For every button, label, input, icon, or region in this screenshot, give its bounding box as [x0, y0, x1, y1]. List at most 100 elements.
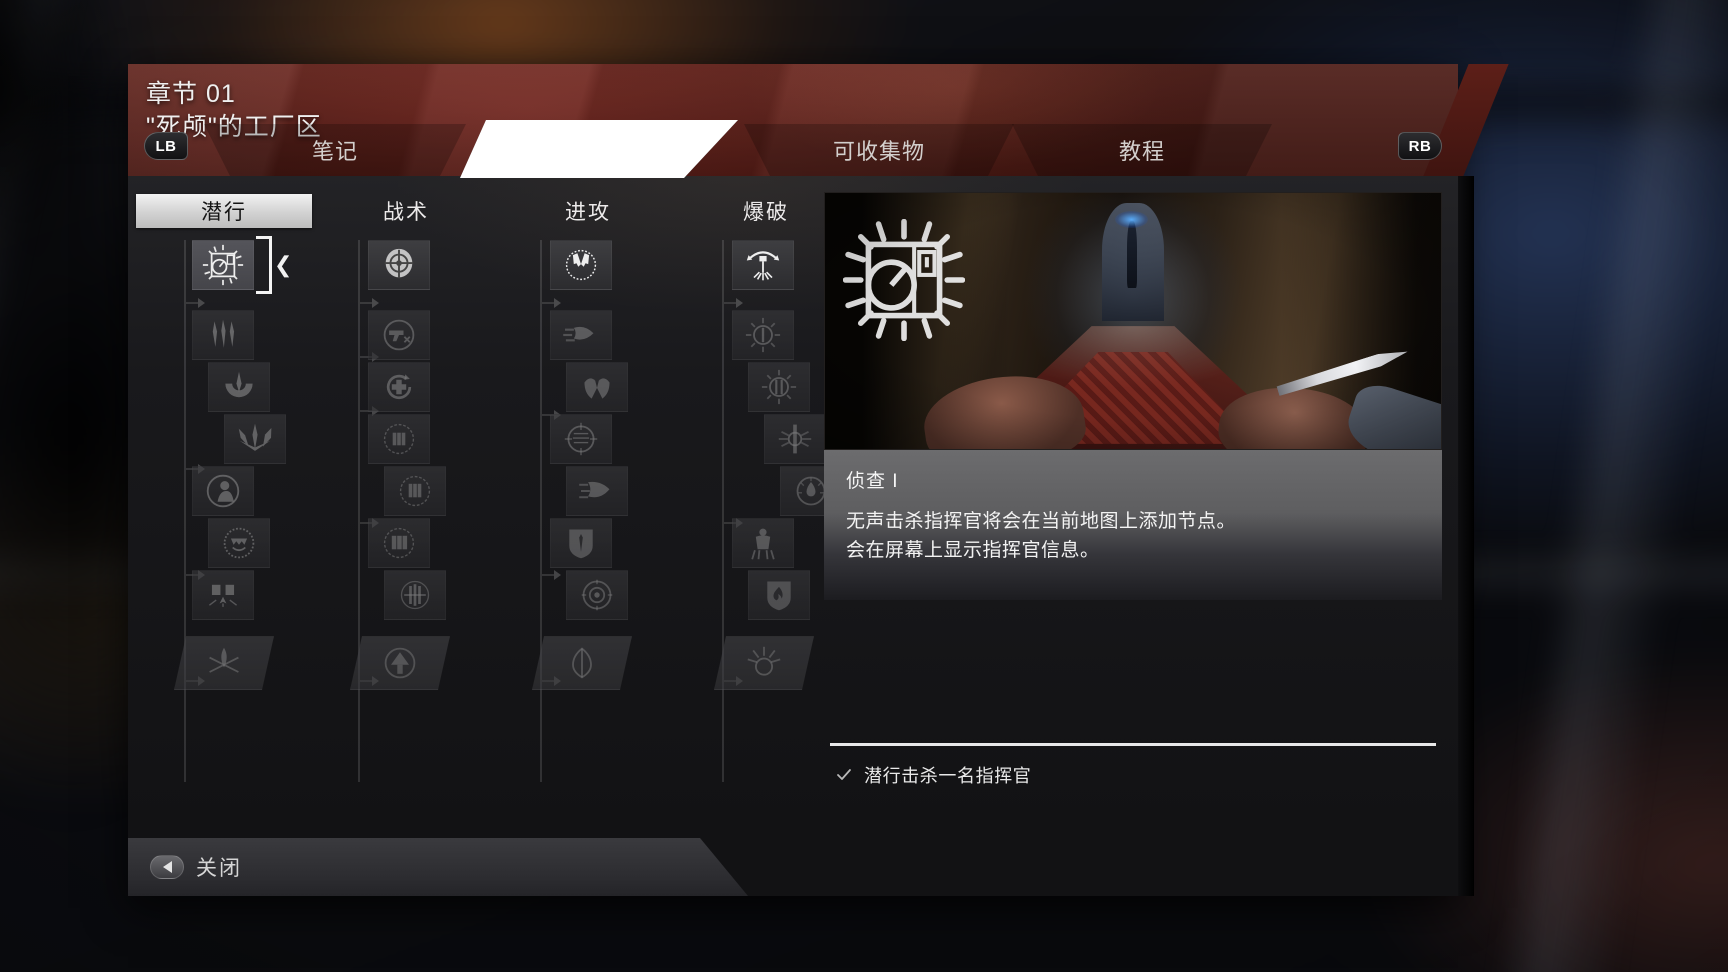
ability-title: 侦查 I [846, 471, 899, 492]
recon-compass-icon [202, 244, 244, 286]
silent-takedown-icon [206, 474, 240, 508]
ability-info-box: 侦查 I 无声击杀指挥官将会在当前地图上添加节点。 会在屏幕上显示指挥官信息。 [824, 450, 1442, 600]
check-icon [837, 769, 851, 780]
abilities-menu-panel: 章节 01 "死颅"的工厂区 LB RB 笔记 能力 可收集物 教程 潜行 ❮ … [128, 64, 1474, 896]
skill-node-ammo-three-ii[interactable] [384, 466, 446, 516]
skill-node-clenched-fists[interactable] [566, 362, 628, 412]
skill-node-blast-spike[interactable] [764, 414, 826, 464]
torso-target-icon [564, 422, 598, 456]
medkit-refresh-icon [386, 374, 412, 400]
menu-body: 潜行 ❮ 战术 进攻 爆破 侦查 I 无声击杀指挥官将会在当前地图上添加节点。 … [128, 176, 1458, 896]
menu-content: 潜行 ❮ 战术 进攻 爆破 侦查 I 无声击杀指挥官将会在当前地图上添加节点。 … [128, 176, 1458, 838]
skill-node-stealth-ultimate[interactable] [174, 636, 274, 690]
pistol-drop-icon [383, 319, 415, 351]
sprint-boots-icon [579, 481, 610, 499]
skill-node-ammo-three-i[interactable] [368, 414, 430, 464]
skill-node-recon-compass[interactable] [192, 240, 254, 290]
incendiary-shield-icon [767, 581, 791, 611]
recon-compass-icon [843, 219, 965, 341]
category-tab-stealth[interactable]: 潜行 [136, 194, 312, 228]
category-tab-tactics[interactable]: 战术 [318, 194, 494, 228]
skill-node-ammo-bars[interactable] [384, 570, 446, 620]
skill-node-fanged-circle[interactable] [208, 518, 270, 568]
skill-node-dual-pistols[interactable] [550, 240, 612, 290]
knife-fan-icon [238, 423, 272, 451]
double-takedown-icon [208, 584, 238, 607]
selection-bracket [256, 236, 272, 294]
skill-node-blast-two[interactable] [748, 362, 810, 412]
ability-requirements: 潜行击杀一名指挥官 [824, 743, 1442, 788]
skill-column-attack: 进攻 [500, 194, 676, 838]
plunger-blast-icon [746, 251, 780, 281]
category-tab-attack[interactable]: 进攻 [500, 194, 676, 228]
skill-node-pistol-drop[interactable] [368, 310, 430, 360]
demolition-ultimate-icon [744, 645, 784, 681]
skill-node-dial-gauge[interactable] [566, 570, 628, 620]
skill-node-scope-target[interactable] [368, 240, 430, 290]
skill-node-knife-fan[interactable] [224, 414, 286, 464]
skill-node-medkit-refresh[interactable] [368, 362, 430, 412]
skill-node-demolition-ultimate[interactable] [714, 636, 814, 690]
tactics-ultimate-icon [380, 645, 420, 681]
fanged-circle-icon [223, 527, 255, 559]
skill-node-sprint-boots[interactable] [566, 466, 628, 516]
ability-description-line-1: 无声击杀指挥官将会在当前地图上添加节点。 [846, 511, 1237, 532]
skill-node-ammo-three-iii[interactable] [368, 518, 430, 568]
speed-dash-icon [563, 326, 594, 342]
skill-node-throwing-knives[interactable] [192, 310, 254, 360]
dial-gauge-icon [581, 579, 613, 611]
skill-node-tactics-ultimate[interactable] [350, 636, 450, 690]
body-shock-icon [751, 528, 775, 560]
throwing-knives-icon [212, 319, 235, 348]
bumper-rb[interactable]: RB [1398, 132, 1442, 160]
ammo-three-i-icon [383, 423, 415, 455]
shield-sword-icon [569, 529, 593, 559]
tree-rail [184, 240, 205, 782]
divider [830, 743, 1436, 746]
tab-tutorials[interactable]: 教程 [1012, 124, 1272, 176]
menu-header: 章节 01 "死颅"的工厂区 LB RB 笔记 能力 可收集物 教程 [128, 64, 1458, 176]
skill-node-blast-one[interactable] [732, 310, 794, 360]
tab-notes[interactable]: 笔记 [204, 124, 466, 176]
ability-preview-image [824, 192, 1442, 450]
skill-node-dagger-crescent[interactable] [208, 362, 270, 412]
skill-node-silent-takedown[interactable] [192, 466, 254, 516]
tab-abilities[interactable]: 能力 [460, 120, 740, 178]
skill-tree: 潜行 ❮ 战术 进攻 爆破 [128, 176, 842, 838]
skill-column-stealth: 潜行 ❮ [136, 194, 312, 838]
tab-bar: LB RB 笔记 能力 可收集物 教程 [128, 120, 1458, 176]
ability-detail-panel: 侦查 I 无声击杀指挥官将会在当前地图上添加节点。 会在屏幕上显示指挥官信息。 … [824, 192, 1442, 814]
ammo-bars-icon [400, 580, 430, 610]
menu-footer: 关闭 [128, 838, 748, 896]
skill-node-shield-sword[interactable] [550, 518, 612, 568]
dagger-crescent-icon [225, 371, 253, 398]
stealth-ultimate-icon [204, 645, 244, 681]
tree-rail [540, 240, 561, 782]
skill-node-torso-target[interactable] [550, 414, 612, 464]
skill-column-tactics: 战术 [318, 194, 494, 838]
ammo-three-iii-icon [383, 527, 415, 559]
selection-caret-icon: ❮ [274, 252, 293, 277]
requirement-text: 潜行击杀一名指挥官 [864, 766, 1032, 786]
bumper-lb[interactable]: LB [144, 132, 188, 160]
skill-node-plunger-blast[interactable] [732, 240, 794, 290]
blast-two-icon [761, 369, 797, 405]
skill-node-incendiary-shield[interactable] [748, 570, 810, 620]
preview-enemy-figure [1115, 210, 1149, 288]
panel-right-edge [1458, 176, 1474, 896]
tree-rail [722, 240, 743, 782]
tab-collectibles[interactable]: 可收集物 [744, 124, 1014, 176]
ability-description-line-2: 会在屏幕上显示指挥官信息。 [846, 540, 1100, 562]
skill-node-body-shock[interactable] [732, 518, 794, 568]
blast-spike-icon [778, 424, 812, 454]
dual-pistols-icon [565, 249, 597, 281]
skill-node-attack-ultimate[interactable] [532, 636, 632, 690]
clenched-fists-icon [584, 378, 610, 399]
back-triangle-icon[interactable] [150, 855, 184, 879]
requirement-row: 潜行击杀一名指挥官 [824, 762, 1442, 788]
chapter-number: 章节 01 [146, 80, 236, 108]
skill-node-double-takedown[interactable] [192, 570, 254, 620]
blast-one-icon [745, 317, 781, 353]
skill-node-speed-dash[interactable] [550, 310, 612, 360]
close-button[interactable]: 关闭 [196, 852, 242, 882]
